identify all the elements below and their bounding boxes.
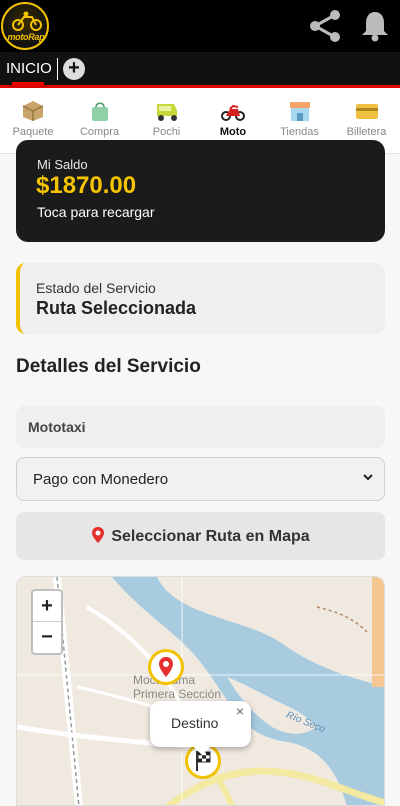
motorcycle-logo-icon bbox=[12, 11, 42, 31]
active-tab-indicator bbox=[12, 82, 44, 85]
zoom-control: + − bbox=[31, 589, 63, 655]
popup-tip bbox=[194, 747, 210, 755]
bell-icon[interactable] bbox=[360, 10, 390, 42]
vehicle-type-field: Mototaxi bbox=[16, 406, 385, 448]
destination-popup: Destino × bbox=[150, 701, 251, 755]
service-status-card: Estado del Servicio Ruta Seleccionada bbox=[16, 263, 385, 334]
balance-label: Mi Saldo bbox=[37, 157, 88, 172]
balance-amount: $1870.00 bbox=[36, 172, 137, 199]
top-bar: motoRapi bbox=[0, 0, 400, 52]
wallet-icon bbox=[355, 104, 378, 119]
origin-marker[interactable] bbox=[148, 649, 184, 685]
route-map[interactable]: Moctezuma Primera Sección Río Seco + − D… bbox=[16, 576, 385, 806]
store-icon bbox=[289, 102, 310, 121]
service-compra-label: Compra bbox=[79, 126, 120, 138]
select-route-label: Seleccionar Ruta en Mapa bbox=[111, 528, 310, 545]
close-icon[interactable]: × bbox=[236, 703, 244, 719]
service-pochi-label: Pochi bbox=[152, 126, 181, 138]
status-label: Estado del Servicio bbox=[36, 280, 156, 296]
map-town-label-line2: Primera Sección bbox=[133, 687, 222, 701]
logo-text: motoRapi bbox=[7, 32, 47, 42]
map-pin-icon bbox=[92, 527, 105, 543]
rickshaw-icon bbox=[156, 104, 177, 121]
map-pin-icon bbox=[159, 657, 173, 677]
zoom-out-button[interactable]: − bbox=[33, 622, 61, 653]
tab-bar: INICIO + bbox=[0, 52, 400, 88]
service-paquete-label: Paquete bbox=[12, 126, 54, 138]
motorcycle-icon bbox=[221, 104, 245, 121]
balance-card[interactable]: Mi Saldo $1870.00 Toca para recargar bbox=[16, 140, 385, 242]
recharge-hint: Toca para recargar bbox=[37, 204, 155, 220]
select-route-button[interactable]: Seleccionar Ruta en Mapa bbox=[16, 512, 385, 560]
popup-text: Destino bbox=[171, 715, 219, 731]
share-icon[interactable] bbox=[307, 8, 343, 44]
plus-circle-icon[interactable]: + bbox=[63, 58, 85, 80]
tab-inicio[interactable]: INICIO bbox=[0, 52, 58, 85]
service-tiendas-label: Tiendas bbox=[280, 126, 319, 138]
tab-divider bbox=[57, 58, 58, 80]
service-billetera-label: Billetera bbox=[346, 126, 387, 138]
section-title: Detalles del Servicio bbox=[16, 356, 201, 377]
box-icon bbox=[22, 101, 44, 121]
status-value: Ruta Seleccionada bbox=[36, 298, 197, 318]
payment-selected-value: Pago con Monedero bbox=[33, 471, 169, 488]
payment-select[interactable]: Pago con Monedero bbox=[16, 457, 385, 501]
chevron-down-icon bbox=[363, 474, 373, 481]
zoom-in-button[interactable]: + bbox=[33, 591, 61, 622]
service-moto-label: Moto bbox=[219, 126, 247, 138]
app-logo[interactable]: motoRapi bbox=[1, 2, 49, 50]
tab-inicio-label: INICIO bbox=[6, 60, 52, 77]
shopping-bag-icon bbox=[91, 102, 108, 121]
